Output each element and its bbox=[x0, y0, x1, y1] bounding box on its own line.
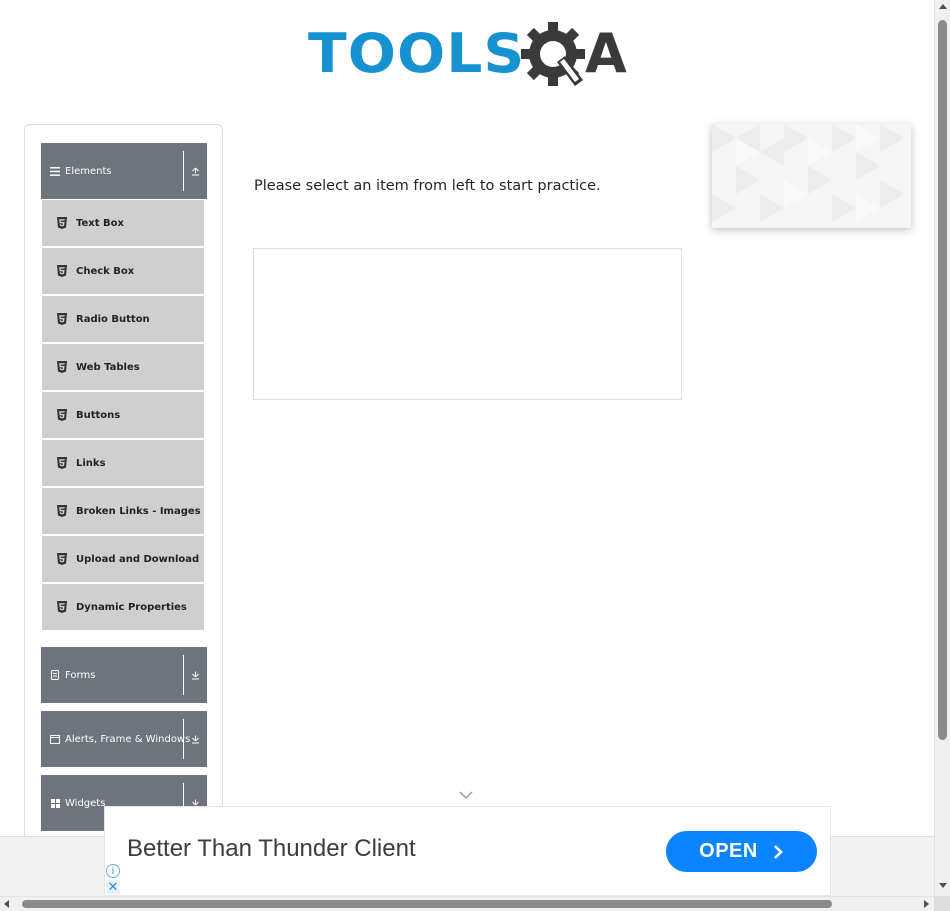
menu-item-dynamic-properties[interactable]: Dynamic Properties bbox=[42, 584, 204, 630]
menu-item-check-box[interactable]: Check Box bbox=[42, 248, 204, 294]
sidebar: Elements Text Box Check Box Radio Button… bbox=[24, 124, 223, 884]
ad-title[interactable]: Better Than Thunder Client bbox=[127, 835, 416, 863]
right-banner-image[interactable] bbox=[712, 124, 911, 228]
menu-item-label: Buttons bbox=[76, 409, 121, 421]
horizontal-scrollbar[interactable] bbox=[0, 896, 934, 911]
expand-down-icon[interactable] bbox=[183, 655, 207, 695]
group-label: Forms bbox=[65, 669, 96, 681]
intro-text: Please select an item from left to start… bbox=[254, 178, 601, 194]
menu-item-radio-button[interactable]: Radio Button bbox=[42, 296, 204, 342]
logo-text-a: A bbox=[584, 22, 627, 85]
menu-item-label: Web Tables bbox=[76, 361, 140, 373]
scrollbar-corner bbox=[934, 896, 950, 911]
triangle-pattern-image bbox=[712, 124, 911, 228]
menu-item-label: Text Box bbox=[76, 217, 124, 229]
content-placeholder-box bbox=[253, 248, 682, 400]
menu-item-web-tables[interactable]: Web Tables bbox=[42, 344, 204, 390]
group-header-forms[interactable]: Forms bbox=[41, 647, 207, 703]
scroll-left-arrow-icon[interactable] bbox=[4, 900, 9, 908]
menu-item-broken-links-images[interactable]: Broken Links - Images bbox=[42, 488, 204, 534]
toolsqa-logo[interactable]: TOOLS A bbox=[308, 14, 633, 94]
horizontal-scroll-thumb[interactable] bbox=[22, 900, 832, 908]
html5-icon bbox=[57, 313, 67, 325]
menu-item-label: Radio Button bbox=[76, 313, 150, 325]
menu-item-links[interactable]: Links bbox=[42, 440, 204, 486]
document-icon bbox=[50, 670, 60, 680]
menu-item-label: Dynamic Properties bbox=[76, 601, 187, 613]
group-header-elements[interactable]: Elements bbox=[41, 143, 207, 199]
page: TOOLS A Elements Text Box Check Box Radi… bbox=[0, 0, 934, 896]
logo-text-tools: TOOLS bbox=[308, 22, 526, 85]
group-header-alerts-frame-windows[interactable]: Alerts, Frame & Windows bbox=[41, 711, 207, 767]
group-label: Alerts, Frame & Windows bbox=[65, 733, 191, 745]
scroll-up-arrow-icon[interactable] bbox=[939, 4, 947, 9]
html5-icon bbox=[57, 457, 67, 469]
html5-icon bbox=[57, 601, 67, 613]
group-label: Elements bbox=[65, 165, 112, 177]
html5-icon bbox=[57, 505, 67, 517]
html5-icon bbox=[57, 553, 67, 565]
hamburger-icon bbox=[50, 166, 60, 176]
menu-item-label: Upload and Download bbox=[76, 553, 200, 565]
menu-item-label: Links bbox=[76, 457, 106, 469]
html5-icon bbox=[57, 265, 67, 277]
chevron-right-icon bbox=[773, 844, 783, 859]
ad-open-button[interactable]: OPEN bbox=[666, 831, 817, 872]
ad-banner[interactable]: Better Than Thunder Client OPEN bbox=[104, 806, 831, 896]
vertical-scroll-thumb[interactable] bbox=[938, 20, 947, 740]
html5-icon bbox=[57, 409, 67, 421]
scroll-right-arrow-icon[interactable] bbox=[924, 900, 929, 908]
menu-item-upload-and-download[interactable]: Upload and Download bbox=[42, 536, 204, 582]
ad-open-label: OPEN bbox=[699, 840, 758, 862]
scroll-down-arrow-icon[interactable] bbox=[939, 883, 947, 888]
menu-item-text-box[interactable]: Text Box bbox=[42, 200, 204, 246]
expand-down-icon[interactable] bbox=[183, 719, 207, 759]
html5-icon bbox=[57, 217, 67, 229]
window-icon bbox=[50, 734, 60, 744]
menu-item-buttons[interactable]: Buttons bbox=[42, 392, 204, 438]
gear-q-icon bbox=[520, 22, 585, 86]
group-label: Widgets bbox=[65, 797, 106, 809]
ad-info-icon[interactable]: i bbox=[106, 864, 120, 878]
html5-icon bbox=[57, 361, 67, 373]
chevron-down-icon[interactable] bbox=[458, 790, 474, 800]
grid-icon bbox=[50, 798, 60, 808]
menu-item-label: Check Box bbox=[76, 265, 135, 277]
ad-close-icon[interactable]: ✕ bbox=[106, 879, 120, 894]
vertical-scrollbar[interactable] bbox=[934, 0, 950, 896]
menu-item-label: Broken Links - Images bbox=[76, 505, 201, 517]
collapse-up-icon[interactable] bbox=[183, 151, 207, 191]
